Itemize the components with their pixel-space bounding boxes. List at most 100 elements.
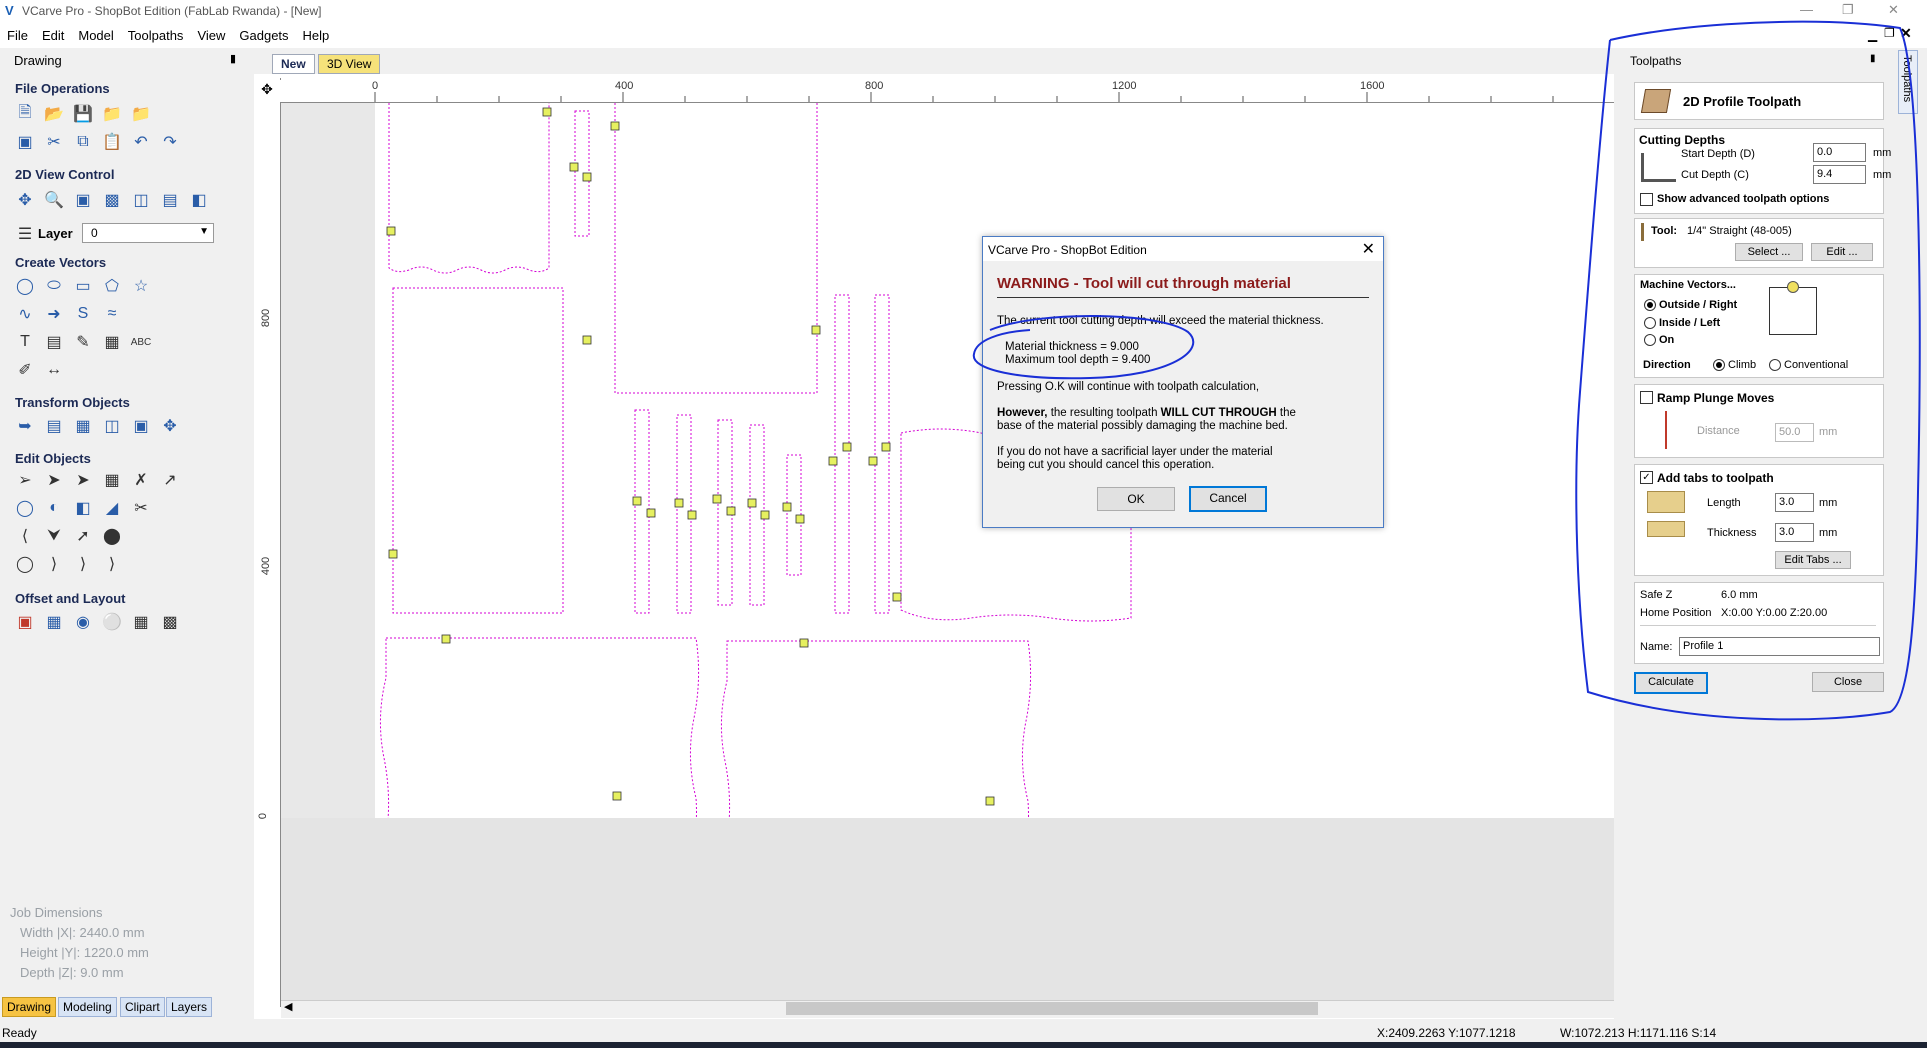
view-material-icon[interactable]: ◧ (188, 189, 210, 211)
align-icon[interactable]: ▤ (43, 415, 65, 437)
menu-gadgets[interactable]: Gadgets (232, 22, 295, 43)
intersect-icon[interactable]: ◧ (72, 497, 94, 519)
view-grid-icon[interactable]: ▤ (159, 189, 181, 211)
center-icon[interactable]: ▦ (72, 415, 94, 437)
node-edit-icon[interactable]: ➤ (43, 469, 65, 491)
copy-icon[interactable]: ⧉ (72, 131, 94, 153)
new-file-icon[interactable]: 🗎 (14, 103, 36, 125)
measure-icon[interactable]: ↗ (159, 469, 181, 491)
save-icon[interactable]: 💾 (72, 103, 94, 125)
pan-icon[interactable]: ✥ (14, 189, 36, 211)
ruler-origin-icon[interactable]: ✥ (254, 78, 281, 103)
move-icon[interactable]: ➥ (14, 415, 36, 437)
menu-file[interactable]: File (0, 22, 35, 43)
dimension-icon[interactable]: ↔ (43, 359, 65, 381)
tab-drawing[interactable]: Drawing (2, 997, 57, 1017)
zoom-icon[interactable]: 🔍 (43, 189, 65, 211)
weld-icon[interactable]: ◯ (14, 497, 36, 519)
dialog-line: If you do not have a sacrificial layer u… (997, 446, 1273, 458)
trim-icon[interactable]: ➤ (72, 469, 94, 491)
array-copy-icon[interactable]: ▦ (43, 611, 65, 633)
zoom-box-icon[interactable]: ▩ (101, 189, 123, 211)
auto-layout-text-icon[interactable]: ▦ (101, 331, 123, 353)
mirror-icon[interactable]: ◫ (101, 415, 123, 437)
ruler-label: 400 (260, 556, 273, 576)
tab-new[interactable]: New (272, 54, 315, 74)
paste-icon[interactable]: 📋 (101, 131, 123, 153)
subtract-icon[interactable]: ◐ (43, 497, 65, 519)
grid-layout-icon[interactable]: ▦ (130, 611, 152, 633)
view-split-icon[interactable]: ◫ (130, 189, 152, 211)
text-icon[interactable]: T (14, 331, 36, 353)
fillet-icon[interactable]: ◢ (101, 497, 123, 519)
extend-icon[interactable]: ➚ (72, 525, 94, 547)
menu-edit[interactable]: Edit (35, 22, 71, 43)
open-file-icon[interactable]: 📂 (43, 103, 65, 125)
menu-toolpaths[interactable]: Toolpaths (121, 22, 191, 43)
tab-3d-view[interactable]: 3D View (318, 54, 381, 74)
interactive-select-icon[interactable]: ▦ (101, 469, 123, 491)
select-icon[interactable]: ➢ (14, 469, 36, 491)
spiral-icon[interactable]: ≈ (101, 303, 123, 325)
cut-vector-icon[interactable]: ✗ (130, 469, 152, 491)
copy-along-icon[interactable]: ⚪ (101, 611, 123, 633)
vector-drawing[interactable] (281, 103, 1614, 818)
undo-icon[interactable]: ↶ (130, 131, 152, 153)
curve-icon[interactable]: S (72, 303, 94, 325)
dialog-close-icon[interactable]: ✕ (1362, 239, 1375, 259)
import-bitmap-icon[interactable]: 📁 (130, 103, 152, 125)
close-vector-icon[interactable]: ⬤ (101, 525, 123, 547)
scroll-left-icon[interactable]: ◀ (284, 1000, 292, 1013)
text-box-icon[interactable]: ▤ (43, 331, 65, 353)
scissors-icon[interactable]: ✂ (130, 497, 152, 519)
handwritten-panel-annotation (1575, 20, 1921, 721)
polygon-icon[interactable]: ⬠ (101, 275, 123, 297)
import-icon[interactable]: 📁 (101, 103, 123, 125)
offset-icon[interactable]: ▣ (14, 611, 36, 633)
status-bar: Ready X:2409.2263 Y:1077.1218 W:1072.213… (0, 1024, 1927, 1042)
nesting-icon[interactable]: ◉ (72, 611, 94, 633)
draw-tool-icon[interactable]: ✐ (14, 359, 36, 381)
block-layout-icon[interactable]: ▩ (159, 611, 181, 633)
scale-icon[interactable]: ▣ (130, 415, 152, 437)
star-icon[interactable]: ☆ (130, 275, 152, 297)
tab-modeling[interactable]: Modeling (58, 997, 117, 1017)
menu-model[interactable]: Model (71, 22, 120, 43)
job-setup-icon[interactable]: ▣ (14, 131, 36, 153)
menu-help[interactable]: Help (296, 22, 337, 43)
ruler-top: 0 400 800 1200 1600 (280, 80, 1614, 103)
menu-view[interactable]: View (190, 22, 232, 43)
ok-button[interactable]: OK (1097, 487, 1175, 511)
rectangle-icon[interactable]: ▭ (72, 275, 94, 297)
dialog-line: base of the material possibly damaging t… (997, 420, 1288, 432)
fillet-tool-icon[interactable]: ⮟ (43, 525, 65, 547)
zoom-extents-icon[interactable]: ▣ (72, 189, 94, 211)
polyline-icon[interactable]: ∿ (14, 303, 36, 325)
create-vectors-title: Create Vectors (15, 255, 107, 270)
layer-select[interactable]: 0 ▼ (82, 223, 214, 243)
text-format-icon[interactable]: ABC (130, 331, 152, 353)
panel-header: Drawing (14, 53, 62, 68)
cut-icon[interactable]: ✂ (43, 131, 65, 153)
curve-left-icon[interactable]: ⟨ (14, 525, 36, 547)
canvas-margin (281, 818, 1614, 1008)
join-icon[interactable]: ⟩ (43, 553, 65, 575)
distort-icon[interactable]: ✥ (159, 415, 181, 437)
offset-layout-title: Offset and Layout (15, 591, 126, 606)
smooth-icon[interactable]: ◯ (14, 553, 36, 575)
drawing-panel: Drawing ▮ File Operations 🗎 📂 💾 📁 📁 ▣ ✂ … (0, 49, 248, 1019)
cancel-button[interactable]: Cancel (1189, 486, 1267, 512)
scrollbar-thumb[interactable] (786, 1002, 1318, 1015)
tab-layers[interactable]: Layers (166, 997, 213, 1017)
dialog-text: the (1276, 407, 1296, 419)
arrow-icon[interactable]: ⟩ (72, 553, 94, 575)
pin-icon[interactable]: ▮ (230, 52, 236, 65)
line-icon[interactable]: ➜ (43, 303, 65, 325)
tab-clipart[interactable]: Clipart (120, 997, 165, 1017)
bracket-icon[interactable]: ⟩ (101, 553, 123, 575)
circle-icon[interactable]: ◯ (14, 275, 36, 297)
redo-icon[interactable]: ↷ (159, 131, 181, 153)
ellipse-icon[interactable]: ⬭ (43, 275, 65, 297)
text-on-curve-icon[interactable]: ✎ (72, 331, 94, 353)
selection-dimensions: W:1072.213 H:1171.116 S:14 (1560, 1026, 1717, 1040)
